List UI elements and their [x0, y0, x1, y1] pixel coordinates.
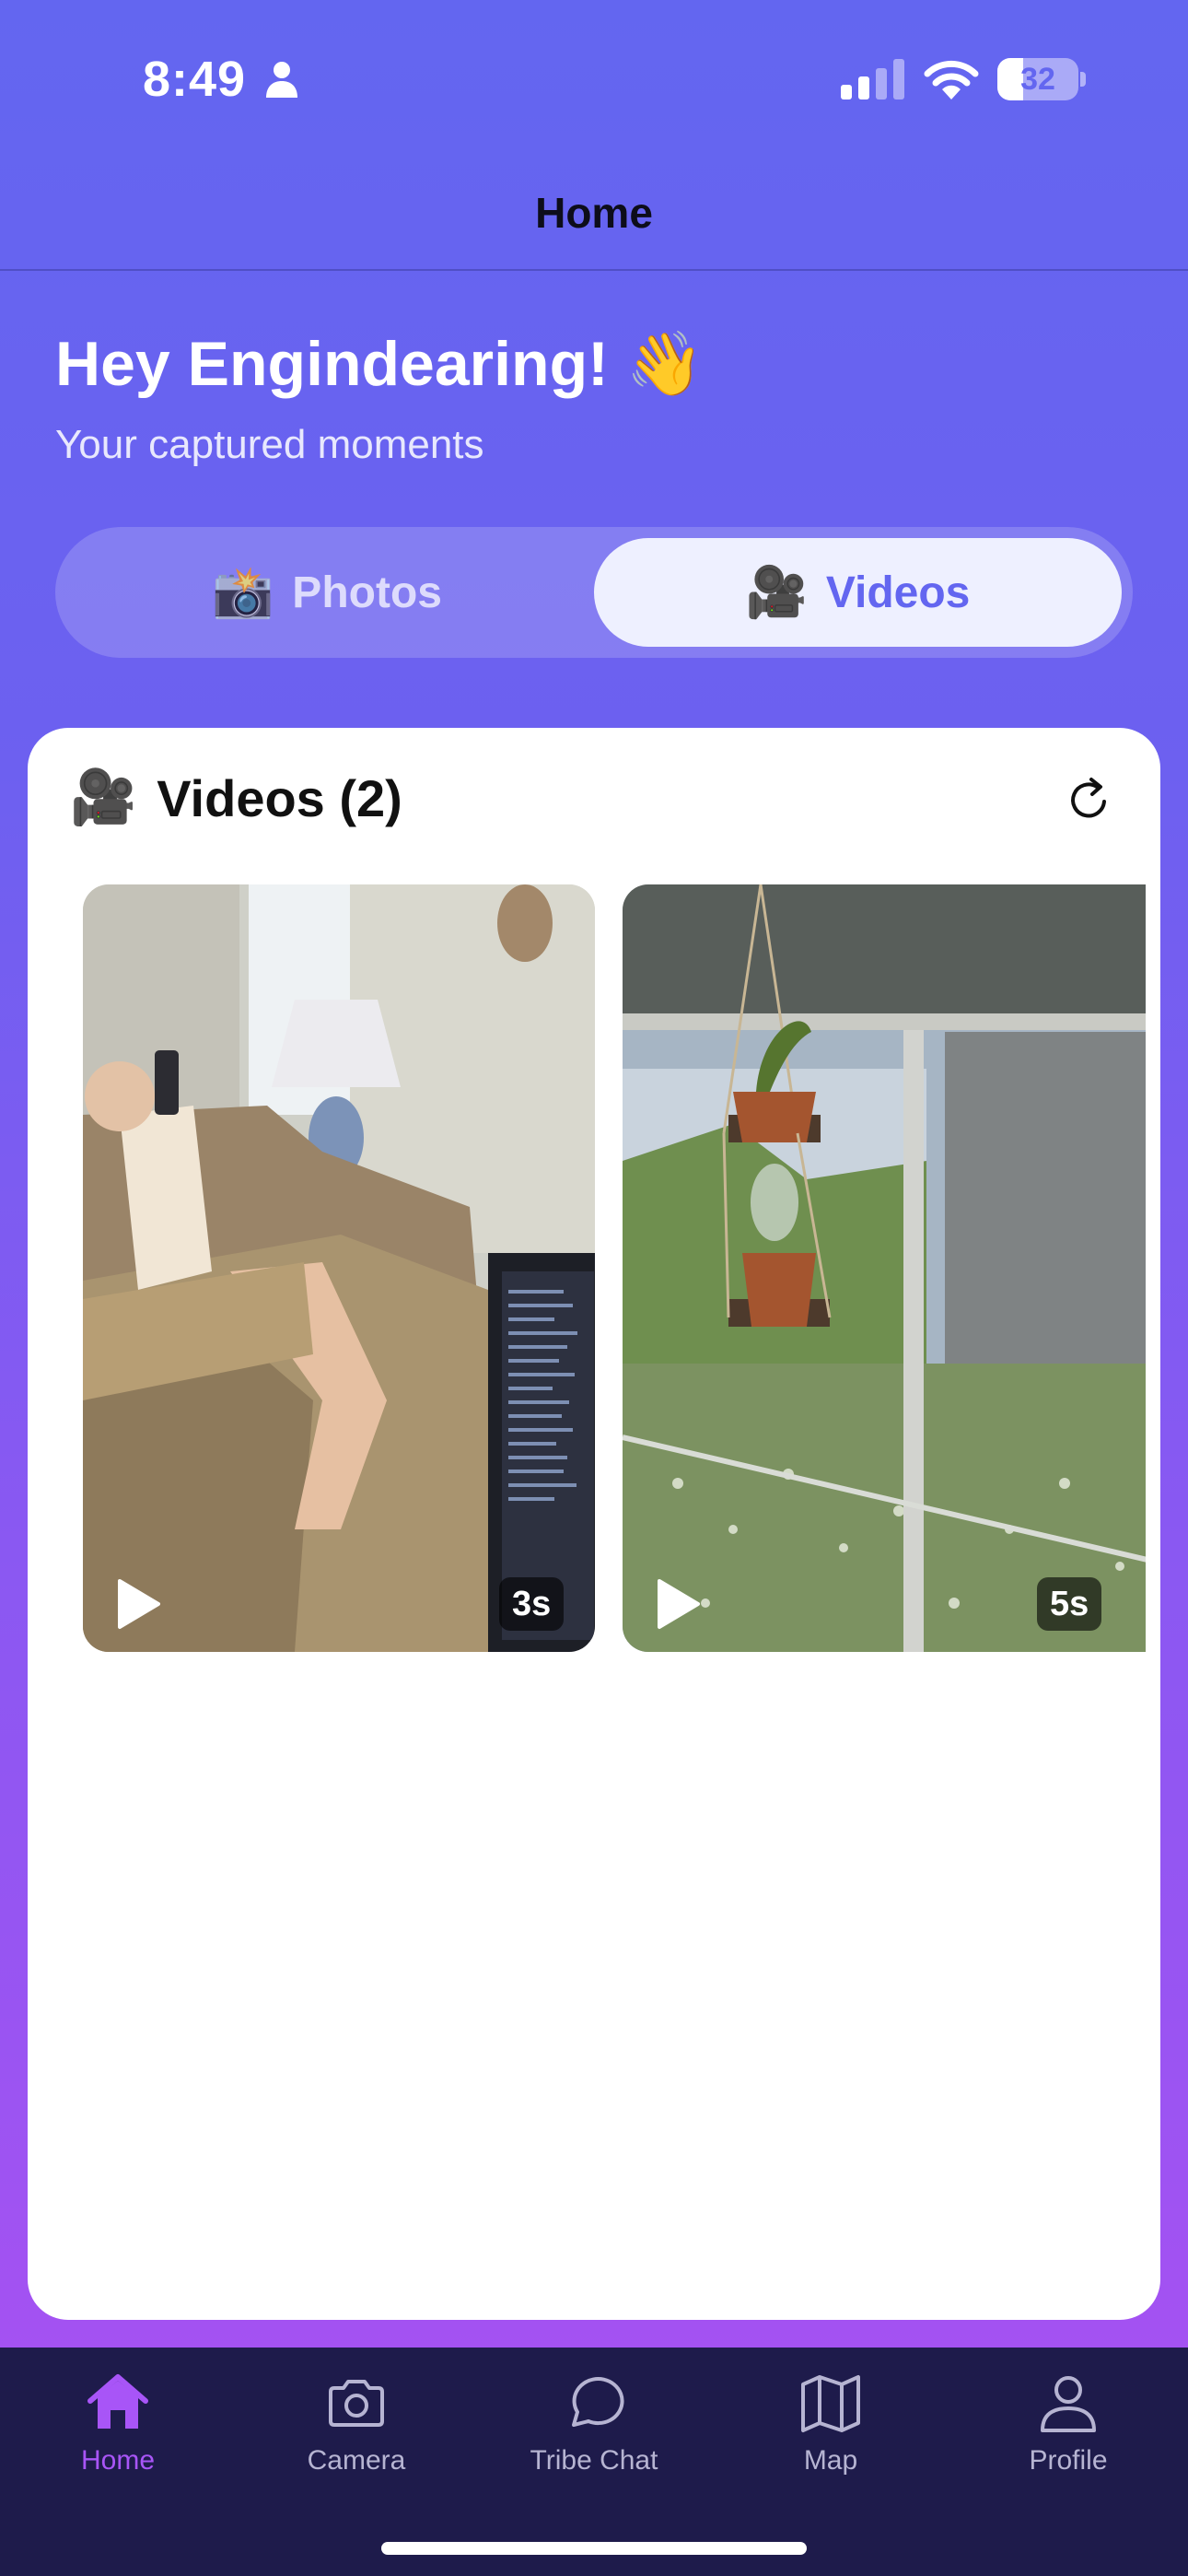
videos-tab-label: Videos — [825, 568, 971, 617]
video-camera-icon: 🎥 — [70, 767, 137, 827]
play-icon — [118, 1579, 160, 1629]
status-bar: 8:49 32 — [0, 0, 1188, 157]
play-icon — [658, 1579, 700, 1629]
tab-profile[interactable]: Profile — [985, 2370, 1151, 2508]
chat-bubble-icon — [572, 2377, 624, 2427]
videos-card-title: Videos (2) — [157, 768, 402, 827]
tab-label: Map — [803, 2445, 858, 2476]
page-title: Home — [535, 189, 653, 237]
battery-icon: 32 — [997, 58, 1086, 100]
status-time: 8:49 — [143, 52, 247, 107]
media-type-segmented-control: 📸 Photos 🎥 Videos — [55, 527, 1133, 658]
video-thumbnail-list[interactable]: 3s 5s — [83, 884, 1146, 1654]
tab-label: Profile — [1029, 2445, 1108, 2476]
video-duration-badge: 3s — [499, 1577, 565, 1631]
tab-home[interactable]: Home — [35, 2370, 201, 2508]
camera-flash-icon: 📸 — [212, 564, 274, 620]
greeting-title: Hey Engindearing! 👋 — [55, 329, 705, 399]
videos-card-header: 🎥 Videos (2) — [70, 767, 402, 829]
video-camera-icon: 🎥 — [745, 564, 808, 620]
video-thumbnail[interactable]: 5s — [623, 884, 1146, 1652]
cellular-signal-icon — [841, 59, 904, 100]
map-icon — [801, 2375, 860, 2432]
tab-label: Tribe Chat — [530, 2445, 658, 2476]
navigation-header: Home — [0, 157, 1188, 271]
video-duration-badge: 5s — [1037, 1577, 1102, 1631]
wifi-icon — [924, 60, 979, 100]
home-icon — [87, 2374, 148, 2429]
tab-label: Home — [80, 2445, 156, 2476]
video-thumbnail-image — [83, 884, 595, 1652]
person-icon — [266, 62, 297, 98]
tab-label: Camera — [307, 2445, 406, 2476]
tab-camera[interactable]: Camera — [274, 2370, 439, 2508]
tab-tribe-chat[interactable]: Tribe Chat — [511, 2370, 677, 2508]
person-icon — [1041, 2376, 1096, 2432]
refresh-icon[interactable] — [1064, 774, 1115, 825]
videos-card: 🎥 Videos (2) 3s 5s — [28, 728, 1160, 2320]
tab-map[interactable]: Map — [748, 2370, 914, 2508]
battery-level-text: 32 — [1020, 62, 1055, 97]
video-thumbnail[interactable]: 3s — [83, 884, 595, 1652]
photos-tab[interactable]: 📸 Photos — [66, 538, 588, 647]
home-indicator[interactable] — [381, 2542, 807, 2555]
video-thumbnail-image — [623, 884, 1146, 1652]
camera-icon — [329, 2380, 384, 2427]
videos-tab[interactable]: 🎥 Videos — [594, 538, 1122, 647]
greeting-subtitle: Your captured moments — [55, 422, 484, 467]
photos-tab-label: Photos — [292, 568, 442, 617]
